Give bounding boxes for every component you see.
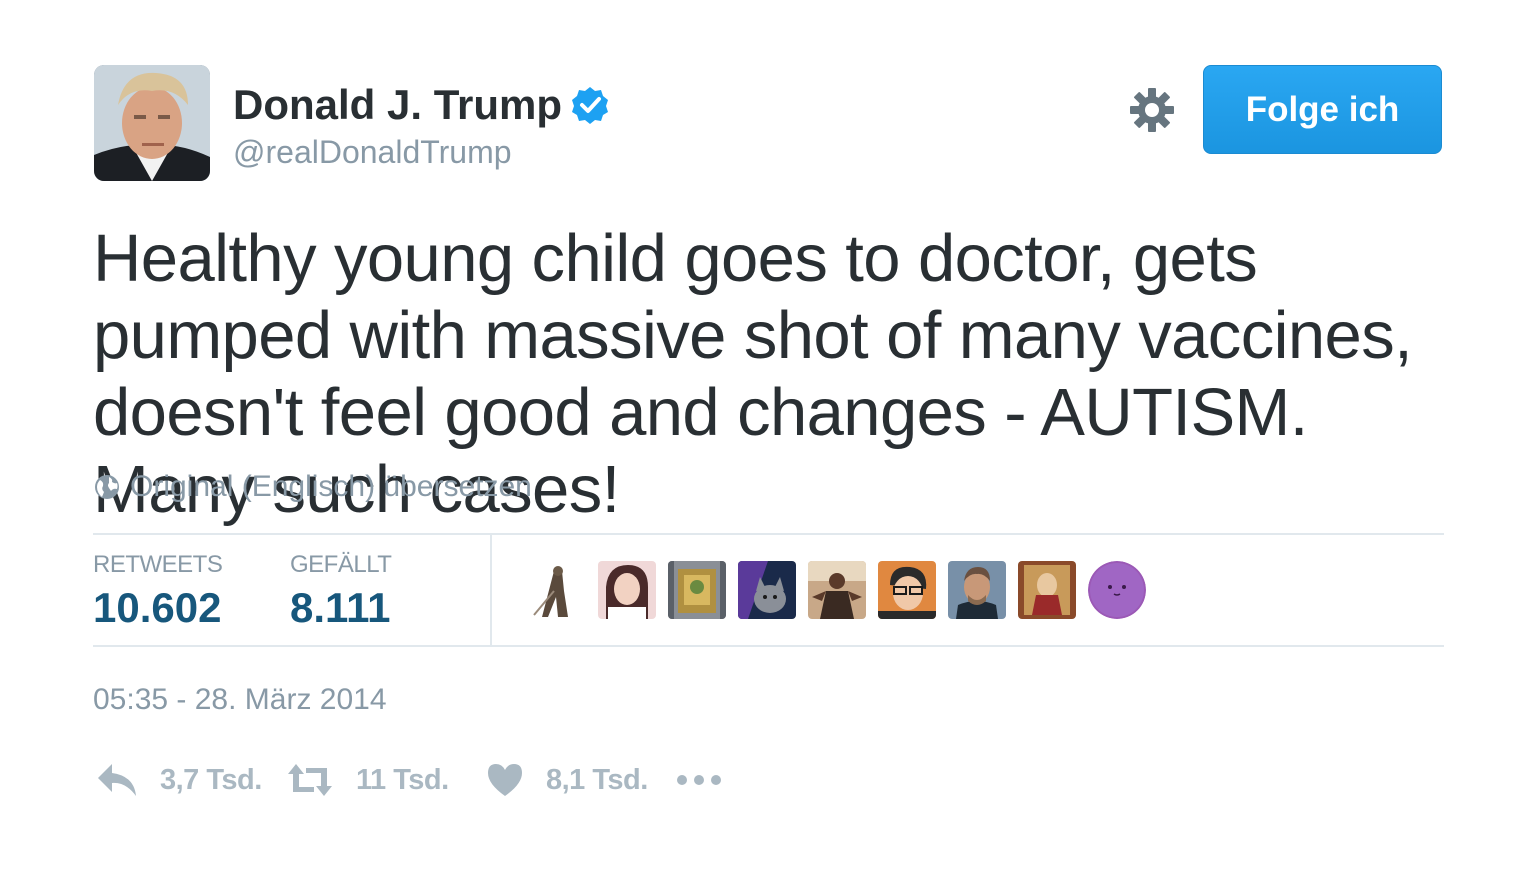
retweet-button[interactable]: 11 Tsd. (286, 762, 486, 798)
likes-label: GEFÄLLT (290, 551, 392, 578)
liker-avatar[interactable] (528, 561, 586, 619)
reply-icon (98, 764, 136, 796)
liker-avatar[interactable] (948, 561, 1006, 619)
liker-avatar[interactable] (1018, 561, 1076, 619)
author-handle[interactable]: @realDonaldTrump (233, 132, 512, 172)
retweets-value: 10.602 (93, 584, 222, 631)
gear-icon[interactable] (1128, 86, 1176, 134)
liker-avatar[interactable] (668, 561, 726, 619)
like-count: 8,1 Tsd. (546, 763, 648, 796)
liker-avatar[interactable] (878, 561, 936, 619)
more-icon (677, 775, 721, 785)
tweet-card: Donald J. Trump @realDonaldTrump Folge i… (0, 0, 1536, 878)
tweet-actions: 3,7 Tsd. 11 Tsd. 8,1 Tsd. (96, 758, 722, 802)
liker-avatar[interactable] (808, 561, 866, 619)
more-button[interactable] (676, 773, 722, 787)
retweet-count: 11 Tsd. (356, 763, 449, 796)
translate-link[interactable]: Original (Englisch) übersetzen (93, 470, 532, 504)
liker-avatar[interactable] (1088, 561, 1146, 619)
retweet-icon (288, 764, 332, 796)
liker-avatars (528, 561, 1158, 619)
divider-top (93, 533, 1444, 535)
tweet-timestamp[interactable]: 05:35 - 28. März 2014 (93, 682, 387, 718)
liker-avatar[interactable] (738, 561, 796, 619)
follow-button[interactable]: Folge ich (1203, 65, 1442, 154)
retweets-stat[interactable]: RETWEETS 10.602 (93, 550, 223, 634)
author-name-text: Donald J. Trump (233, 81, 563, 128)
author-name[interactable]: Donald J. Trump (233, 80, 610, 130)
verified-badge-icon (572, 87, 609, 124)
reply-count: 3,7 Tsd. (160, 763, 262, 796)
globe-icon (95, 475, 119, 499)
divider-bottom (93, 645, 1444, 647)
translate-label: Original (Englisch) übersetzen (130, 470, 532, 503)
heart-icon (488, 764, 522, 796)
author-avatar[interactable] (94, 65, 210, 181)
retweets-label: RETWEETS (93, 551, 223, 578)
liker-avatar[interactable] (598, 561, 656, 619)
stats-separator (490, 535, 492, 645)
reply-button[interactable]: 3,7 Tsd. (96, 762, 286, 798)
likes-value: 8.111 (290, 584, 391, 631)
likes-stat[interactable]: GEFÄLLT 8.111 (290, 550, 392, 634)
like-button[interactable]: 8,1 Tsd. (486, 762, 676, 798)
